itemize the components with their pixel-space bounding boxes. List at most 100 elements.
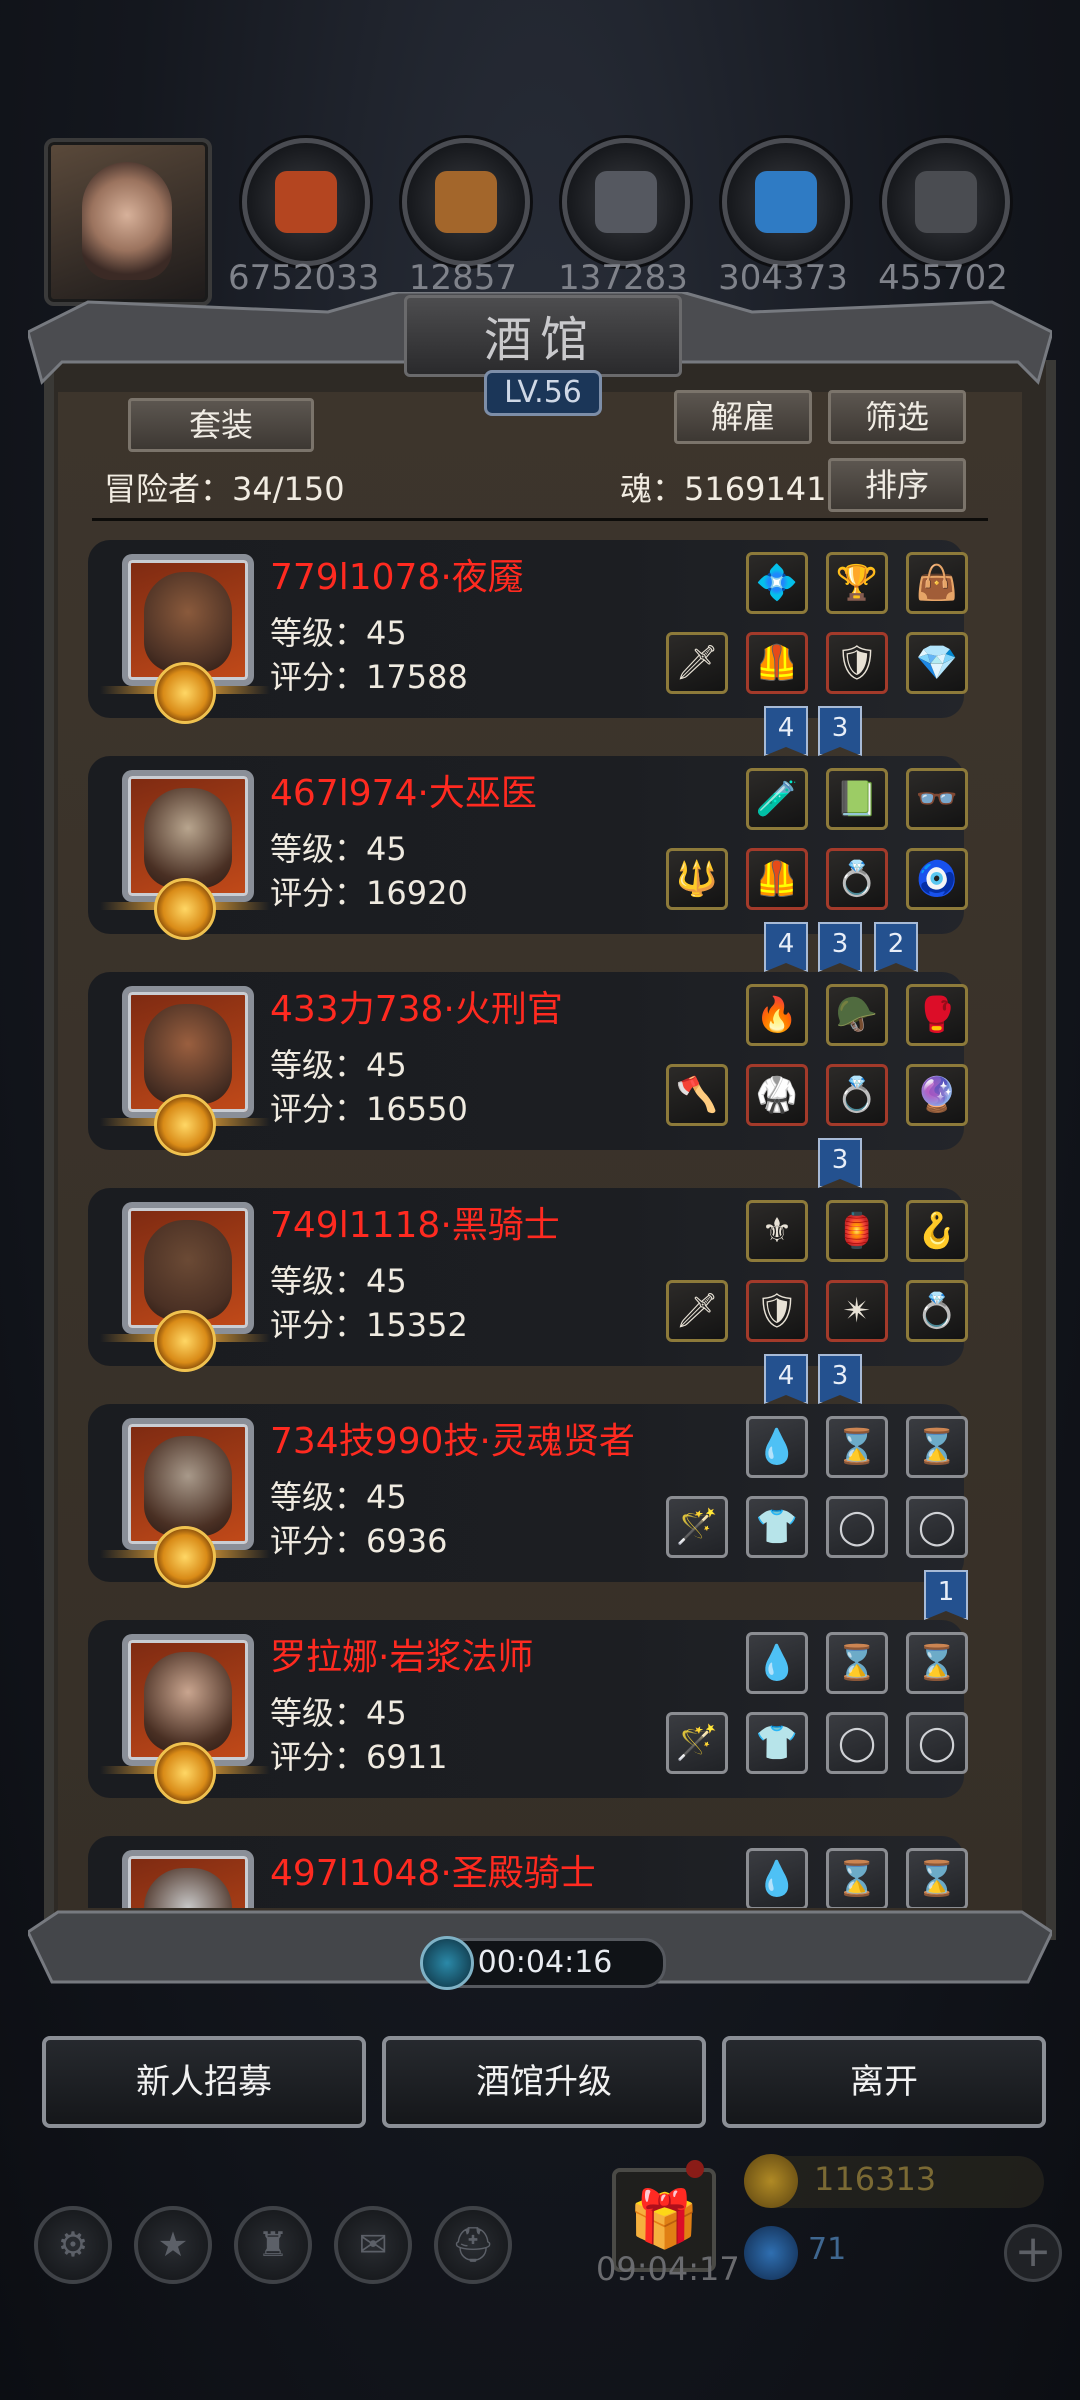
equipment-slot-icon[interactable]: ⌛ <box>906 1848 968 1908</box>
hero-level: 等级：45 <box>270 1262 407 1300</box>
hero-score: 评分：15352 <box>270 1306 468 1344</box>
equipment-slot-icon[interactable]: 🛡 <box>826 632 888 694</box>
set-bonus-flag: 3 <box>818 706 862 756</box>
hero-level: 等级：45 <box>270 1694 407 1732</box>
equipment-slot-icon[interactable]: 🗡 <box>666 632 728 694</box>
gem-icon <box>744 2226 798 2280</box>
equipment-slot-icon[interactable]: 🧪 <box>746 768 808 830</box>
star-icon[interactable]: ★ <box>134 2206 212 2284</box>
equipment-slot-icon[interactable]: ◯ <box>906 1496 968 1558</box>
gear-icon[interactable]: ⚙ <box>34 2206 112 2284</box>
hero-level: 等级：45 <box>270 1046 407 1084</box>
rank-emblem-icon <box>154 878 216 940</box>
equipment-slot-icon[interactable]: 💍 <box>906 1280 968 1342</box>
equipment-slot-icon[interactable]: 🛡 <box>746 1280 808 1342</box>
equipment-slot-icon[interactable]: 🗡 <box>666 1280 728 1342</box>
hero-list[interactable]: 779l1078·夜魇 等级：45 评分：17588 💠 🏆 👜 🗡 🦺 🛡 💎 4 3 467l974… <box>0 0 1080 1908</box>
equipment-slot-icon[interactable]: 💍 <box>826 848 888 910</box>
mail-icon[interactable]: ✉ <box>334 2206 412 2284</box>
equipment-slot-icon[interactable]: 👓 <box>906 768 968 830</box>
equipment-slot-icon[interactable]: 💠 <box>746 552 808 614</box>
hero-level: 等级：45 <box>270 830 407 868</box>
set-bonus-flag: 3 <box>818 1354 862 1404</box>
hero-name: 749l1118·黑骑士 <box>270 1205 560 1246</box>
hero-name: 433力738·火刑官 <box>270 989 563 1030</box>
hero-name: 467l974·大巫医 <box>270 773 537 814</box>
hero-name: 734技990技·灵魂贤者 <box>270 1421 635 1462</box>
hero-portrait[interactable] <box>122 1850 254 1908</box>
equipment-slot-icon[interactable]: 🔱 <box>666 848 728 910</box>
equipment-slot-icon[interactable]: 🧿 <box>906 848 968 910</box>
equipment-slot-icon[interactable]: 👜 <box>906 552 968 614</box>
equipment-slot-icon[interactable]: 👕 <box>746 1496 808 1558</box>
equipment-slot-icon[interactable]: 🪝 <box>906 1200 968 1262</box>
equipment-slot-icon[interactable]: 🦺 <box>746 848 808 910</box>
equipment-slot-icon[interactable]: 📗 <box>826 768 888 830</box>
equipment-slot-icon[interactable]: 💧 <box>746 1632 808 1694</box>
set-bonus-flag: 4 <box>764 1354 808 1404</box>
hero-name: 罗拉娜·岩浆法师 <box>270 1637 534 1678</box>
hero-level: 等级：45 <box>270 1478 407 1516</box>
equipment-slot-icon[interactable]: ⌛ <box>906 1416 968 1478</box>
hero-face <box>144 788 232 888</box>
equipment-slot-icon[interactable]: 🦺 <box>746 632 808 694</box>
equipment-slot-icon[interactable]: ⌛ <box>826 1848 888 1908</box>
hero-level: 等级：45 <box>270 614 407 652</box>
leave-button[interactable]: 离开 <box>722 2036 1046 2128</box>
equipment-slot-icon[interactable]: ◯ <box>826 1496 888 1558</box>
equipment-slot-icon[interactable]: ◯ <box>906 1712 968 1774</box>
equipment-slot-icon[interactable]: ⚜ <box>746 1200 808 1262</box>
hero-face <box>144 1004 232 1104</box>
rank-emblem-icon <box>154 1526 216 1588</box>
equipment-slot-icon[interactable]: 🪓 <box>666 1064 728 1126</box>
equipment-slot-icon[interactable]: 🥋 <box>746 1064 808 1126</box>
equipment-slot-icon[interactable]: 🪄 <box>666 1712 728 1774</box>
equipment-slot-icon[interactable]: 🔮 <box>906 1064 968 1126</box>
helmet-icon[interactable]: ⛑ <box>434 2206 512 2284</box>
gem-amount: 71 <box>808 2232 847 2267</box>
equipment-slot-icon[interactable]: 🥊 <box>906 984 968 1046</box>
equipment-slot-icon[interactable]: 💧 <box>746 1848 808 1908</box>
add-gems-button[interactable]: + <box>1004 2224 1062 2282</box>
hero-score: 评分：6911 <box>270 1738 448 1776</box>
equipment-slot-icon[interactable]: ⌛ <box>826 1416 888 1478</box>
equipment-slot-icon[interactable]: 🪄 <box>666 1496 728 1558</box>
equipment-slot-icon[interactable]: 🏆 <box>826 552 888 614</box>
gold-amount: 116313 <box>814 2160 937 2198</box>
rank-emblem-icon <box>154 1310 216 1372</box>
equipment-slot-icon[interactable]: 👕 <box>746 1712 808 1774</box>
castle-icon[interactable]: ♜ <box>234 2206 312 2284</box>
equipment-slot-icon[interactable]: ⌛ <box>906 1632 968 1694</box>
rank-emblem-icon <box>154 662 216 724</box>
hero-score: 评分：16550 <box>270 1090 468 1128</box>
gift-timer: 09:04:17 <box>596 2250 740 2288</box>
equipment-slot-icon[interactable]: 🪖 <box>826 984 888 1046</box>
equipment-slot-icon[interactable]: 🏮 <box>826 1200 888 1262</box>
equipment-slot-icon[interactable]: 💍 <box>826 1064 888 1126</box>
hero-face <box>144 572 232 672</box>
set-bonus-flag: 4 <box>764 706 808 756</box>
gold-coin-icon <box>744 2154 798 2208</box>
set-bonus-flag: 4 <box>764 922 808 972</box>
hero-score: 评分：6936 <box>270 1522 448 1560</box>
equipment-slot-icon[interactable]: ◯ <box>826 1712 888 1774</box>
hero-name: 779l1078·夜魇 <box>270 557 524 598</box>
equipment-slot-icon[interactable]: 💧 <box>746 1416 808 1478</box>
rank-emblem-icon <box>154 1094 216 1156</box>
set-bonus-flag: 3 <box>818 1138 862 1188</box>
equipment-slot-icon[interactable]: ✴ <box>826 1280 888 1342</box>
recruit-button[interactable]: 新人招募 <box>42 2036 366 2128</box>
hero-score: 评分：17588 <box>270 658 468 696</box>
equipment-slot-icon[interactable]: ⌛ <box>826 1632 888 1694</box>
hero-face <box>144 1652 232 1752</box>
hero-face <box>144 1220 232 1320</box>
set-bonus-flag: 1 <box>924 1570 968 1620</box>
equipment-slot-icon[interactable]: 🔥 <box>746 984 808 1046</box>
hero-face <box>144 1436 232 1536</box>
set-bonus-flag: 2 <box>874 922 918 972</box>
upgrade-tavern-button[interactable]: 酒馆升级 <box>382 2036 706 2128</box>
equipment-slot-icon[interactable]: 💎 <box>906 632 968 694</box>
hero-face <box>144 1868 232 1908</box>
clock-icon <box>420 1936 474 1990</box>
hero-name: 497l1048·圣殿骑士 <box>270 1853 596 1894</box>
